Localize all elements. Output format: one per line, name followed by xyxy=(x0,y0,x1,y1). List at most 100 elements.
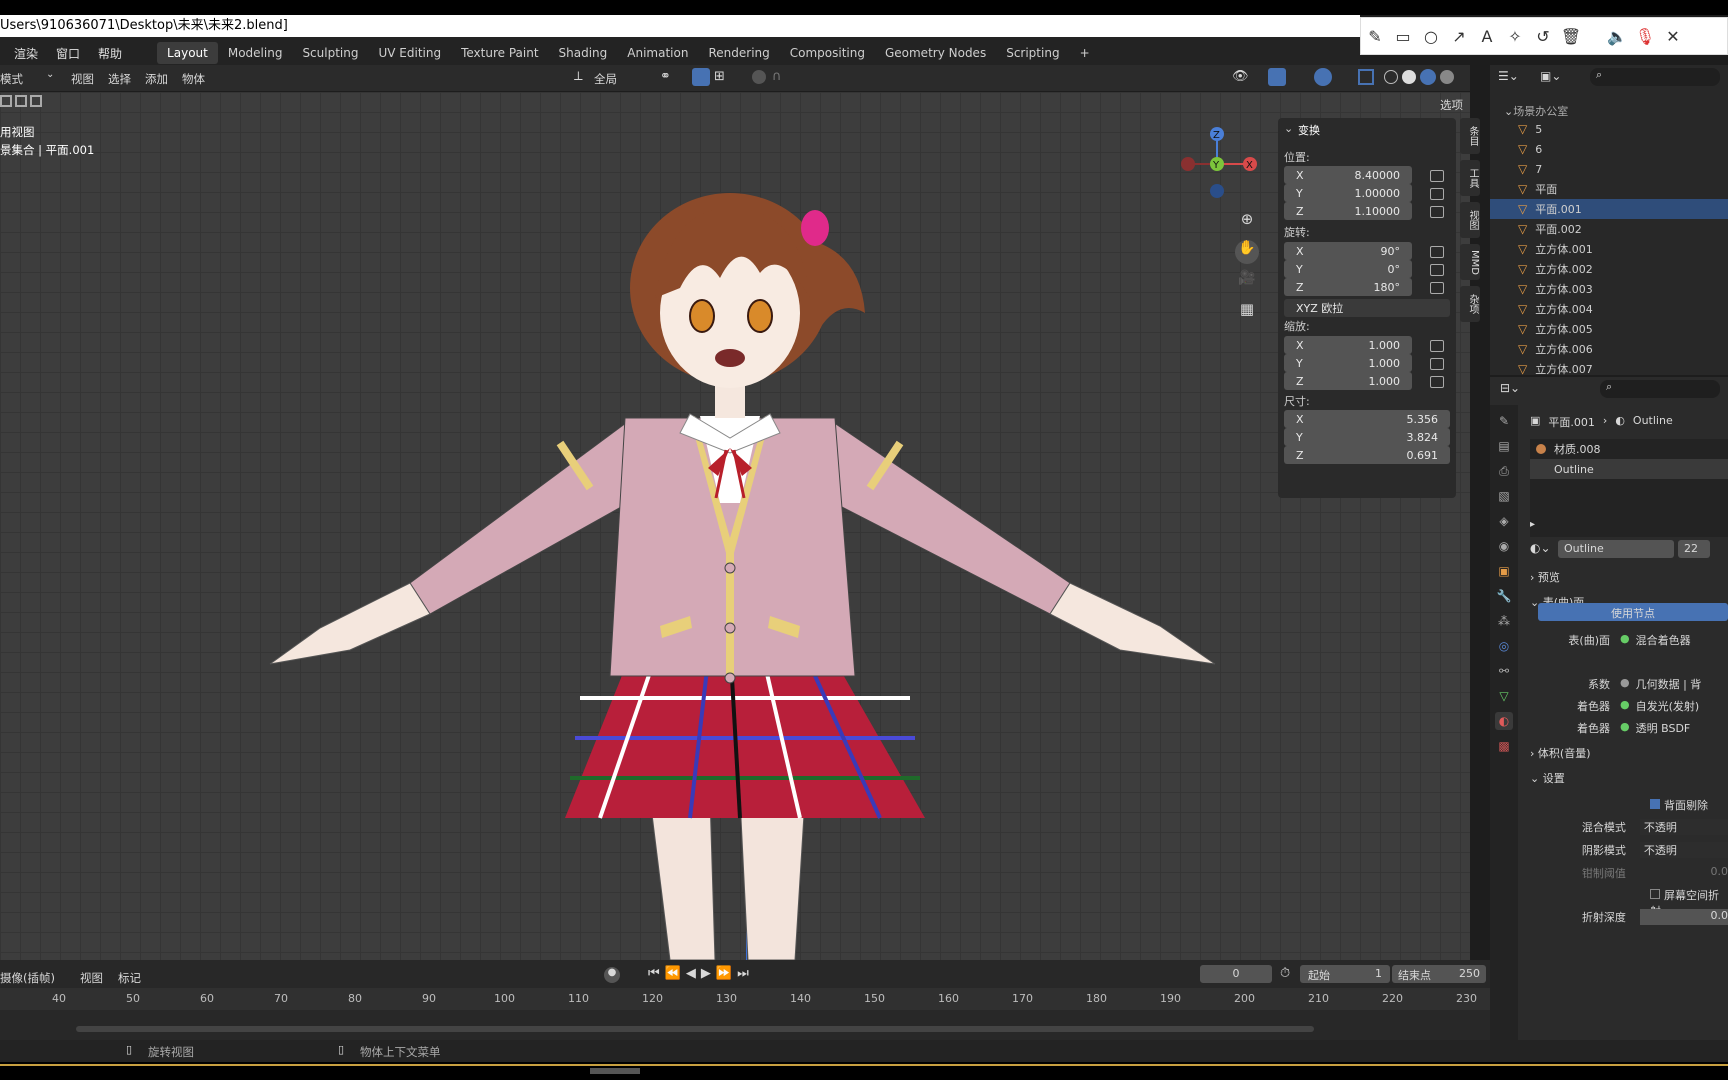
transform-orientation-dropdown[interactable]: 全局 xyxy=(594,71,617,87)
zoom-icon[interactable]: ⊕ xyxy=(1235,210,1259,234)
options-dropdown[interactable]: 选项 xyxy=(1440,97,1463,113)
surface-shader-row[interactable]: 表(曲)面 ● 混合着色器 xyxy=(1530,632,1728,654)
transform-section-title[interactable]: 变换 xyxy=(1298,122,1320,138)
close-icon[interactable]: ✕ xyxy=(1659,22,1687,50)
mode-dropdown[interactable]: 模式 xyxy=(0,71,23,87)
start-frame-field[interactable]: 起始 1 xyxy=(1300,965,1390,983)
tab-shading[interactable]: Shading xyxy=(549,42,618,64)
tab-texture-paint[interactable]: Texture Paint xyxy=(451,42,548,64)
lock-icon[interactable] xyxy=(1430,358,1444,370)
object-icon[interactable]: ▣ xyxy=(1495,562,1513,580)
display-mode-icon[interactable]: ▣⌄ xyxy=(1540,69,1570,87)
lock-icon[interactable] xyxy=(1430,264,1444,276)
gizmo-toggle-icon[interactable] xyxy=(1268,68,1286,86)
volume-section[interactable]: › 体积(音量) xyxy=(1530,745,1591,761)
timeline-view-menu[interactable]: 视图 xyxy=(80,970,103,986)
end-frame-field[interactable]: 结束点 250 xyxy=(1392,965,1486,983)
shader-2-row[interactable]: 着色器 ● 透明 BSDF xyxy=(1530,720,1728,742)
factor-row[interactable]: 系数 ● 几何数据 | 背 xyxy=(1530,676,1728,698)
playback-mode-dropdown[interactable]: 摄像(插帧) xyxy=(0,970,55,986)
material-users-count[interactable]: 22 xyxy=(1678,540,1710,558)
editor-type-icon[interactable]: ☰⌄ xyxy=(1498,69,1528,87)
tab-item[interactable]: 条目 xyxy=(1460,118,1480,154)
settings-section[interactable]: ⌄ 设置 xyxy=(1530,770,1565,786)
list-item[interactable]: Outline xyxy=(1530,459,1728,479)
tool-icon[interactable]: ✎ xyxy=(1495,412,1513,430)
particles-icon[interactable]: ⁂ xyxy=(1495,612,1513,630)
lock-icon[interactable] xyxy=(1430,206,1444,218)
scale-z-field[interactable]: Z 1.000 xyxy=(1284,372,1412,390)
refraction-depth-row[interactable]: 折射深度 0.0 xyxy=(1530,909,1728,925)
collection-row[interactable]: ⌄ 场景办公室 xyxy=(1490,101,1728,121)
physics-icon[interactable]: ◎ xyxy=(1495,637,1513,655)
xray-icon[interactable] xyxy=(1358,69,1374,85)
tab-animation[interactable]: Animation xyxy=(617,42,698,64)
list-item[interactable]: ▽ 立方体.006 xyxy=(1490,339,1728,359)
view-layer-icon[interactable]: ▧ xyxy=(1495,487,1513,505)
menu-window[interactable]: 窗口 xyxy=(47,45,89,62)
material-shading-icon[interactable] xyxy=(1420,69,1436,85)
clip-threshold-row[interactable]: 钳制阈值 0.0 xyxy=(1530,865,1728,881)
proportional-edit-icon[interactable] xyxy=(752,70,766,84)
speaker-icon[interactable]: 🔈 xyxy=(1603,22,1631,50)
overlay-toggle-icon[interactable] xyxy=(1314,68,1332,86)
rotation-mode-dropdown[interactable]: XYZ 欧拉 xyxy=(1284,299,1450,317)
collapse-chevron-icon[interactable]: ⌄ xyxy=(1284,122,1293,135)
tab-sculpting[interactable]: Sculpting xyxy=(292,42,368,64)
blend-mode-row[interactable]: 混合模式 不透明 xyxy=(1530,819,1728,835)
menu-render[interactable]: 渲染 xyxy=(0,45,47,62)
properties-search-input[interactable]: ⌕ xyxy=(1600,380,1720,398)
list-item[interactable]: 材质.008 xyxy=(1530,439,1728,459)
lock-icon[interactable] xyxy=(1430,170,1444,182)
tab-modeling[interactable]: Modeling xyxy=(218,42,293,64)
backface-culling-checkbox[interactable]: 背面剔除 xyxy=(1650,797,1708,813)
3d-viewport[interactable]: 选项 用视图 景集合 | 平面.001 Z X Y ⊕ ✋ 🎥 ▦ ⌄ 变换 位… xyxy=(0,92,1480,960)
pivot-icon[interactable]: ⚭ xyxy=(660,69,671,84)
tab-uv-editing[interactable]: UV Editing xyxy=(368,42,451,64)
trash-icon[interactable]: 🗑 xyxy=(1557,22,1585,50)
record-icon[interactable]: ● xyxy=(604,967,620,983)
playback-controls[interactable]: ⏮⏪◀▶⏩⏭ xyxy=(648,966,754,981)
list-item[interactable]: ▽ 5 xyxy=(1490,119,1728,139)
select-mode-icons[interactable] xyxy=(0,95,42,107)
timeline-marker-menu[interactable]: 标记 xyxy=(118,970,141,986)
pencil-icon[interactable]: ✎ xyxy=(1361,22,1389,50)
visibility-icon[interactable]: 👁 xyxy=(1232,69,1249,84)
rendered-shading-icon[interactable] xyxy=(1440,70,1454,84)
tab-geometry-nodes[interactable]: Geometry Nodes xyxy=(875,42,996,64)
rotation-y-field[interactable]: Y 0° xyxy=(1284,260,1412,278)
outliner-search-input[interactable]: ⌕ xyxy=(1590,68,1720,86)
render-icon[interactable]: ▤ xyxy=(1495,437,1513,455)
lock-icon[interactable] xyxy=(1430,376,1444,388)
list-item[interactable]: ▽ 立方体.002 xyxy=(1490,259,1728,279)
highlighter-icon[interactable]: ✧ xyxy=(1501,22,1529,50)
texture-icon[interactable]: ▩ xyxy=(1495,737,1513,755)
timeline-scrollbar[interactable] xyxy=(76,1026,1314,1032)
tab-misc[interactable]: 杂项 xyxy=(1460,286,1480,322)
tab-layout[interactable]: Layout xyxy=(157,42,218,64)
falloff-icon[interactable]: ∩ xyxy=(772,69,782,84)
mic-muted-icon[interactable]: 🎙 xyxy=(1631,22,1659,50)
material-browse-icon[interactable]: ◐⌄ xyxy=(1530,541,1551,555)
tab-tool[interactable]: 工具 xyxy=(1460,160,1480,196)
material-name-field[interactable]: Outline xyxy=(1558,540,1674,558)
properties-editor-icon[interactable]: ⊟⌄ xyxy=(1500,381,1520,395)
location-z-field[interactable]: Z 1.10000 xyxy=(1284,202,1412,220)
list-item[interactable]: ▽ 7 xyxy=(1490,159,1728,179)
material-icon[interactable]: ◐ xyxy=(1495,712,1513,730)
pan-hand-icon[interactable]: ✋ xyxy=(1235,240,1259,264)
grid-icon[interactable]: ▦ xyxy=(1235,300,1259,324)
view-menu[interactable]: 视图 xyxy=(71,71,94,87)
scale-y-field[interactable]: Y 1.000 xyxy=(1284,354,1412,372)
circle-icon[interactable]: ○ xyxy=(1417,22,1445,50)
list-item[interactable]: ▽ 6 xyxy=(1490,139,1728,159)
stopwatch-icon[interactable]: ⏱ xyxy=(1280,966,1290,981)
wireframe-shading-icon[interactable] xyxy=(1384,70,1398,84)
list-item[interactable]: ▽ 立方体.007 xyxy=(1490,359,1728,379)
lock-icon[interactable] xyxy=(1430,246,1444,258)
menu-help[interactable]: 帮助 xyxy=(89,45,131,62)
list-item[interactable]: ▽ 平面 xyxy=(1490,179,1728,199)
use-nodes-button[interactable]: 使用节点 xyxy=(1538,603,1728,621)
snap-target-icon[interactable]: ⊞ xyxy=(714,69,725,84)
shadow-mode-row[interactable]: 阴影模式 不透明 xyxy=(1530,842,1728,858)
